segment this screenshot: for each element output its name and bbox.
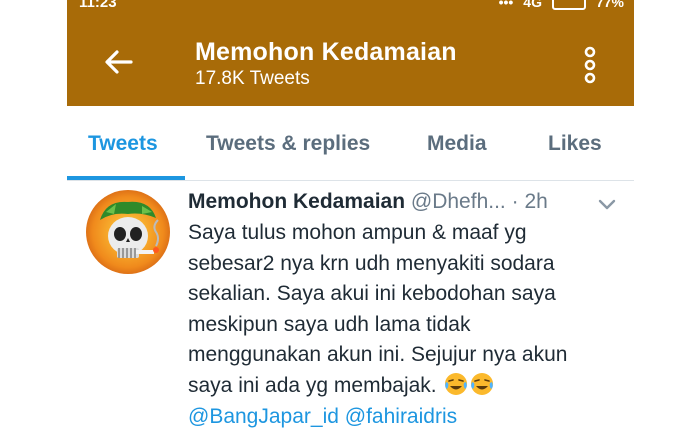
tabs-divider [67, 180, 634, 181]
tweet-line: meskipun saya udh lama tidak [188, 312, 471, 336]
tweet-separator: · [511, 190, 519, 213]
tab-tweets[interactable]: Tweets [88, 132, 158, 156]
status-dots-icon: ••• [498, 0, 514, 10]
tweet-author-name[interactable]: Memohon Kedamaian [188, 190, 405, 213]
tweet-header: Memohon Kedamaian @Dhefh... · 2h [188, 190, 548, 214]
status-battery: 77% [595, 0, 624, 10]
mention-link[interactable]: @fahiraidris [345, 405, 457, 428]
tweet-line: Saya tulus mohon ampun & maaf yg [188, 221, 527, 244]
status-network: 4G [523, 0, 542, 10]
tweet-author-handle[interactable]: @Dhefh... [411, 190, 506, 213]
avatar-image [86, 190, 170, 274]
chevron-down-icon[interactable] [597, 198, 617, 212]
tweet-line: sebesar2 nya krn udh menyakiti sodara [188, 251, 555, 275]
avatar[interactable] [86, 190, 170, 274]
tweet-line: menggunakan akun ini. Sejujur nya akun [188, 343, 568, 367]
tab-likes[interactable]: Likes [548, 132, 602, 156]
status-indicators: ••• 4G 77% [499, 0, 624, 10]
tweet-line: saya ini ada yg membajak. [188, 373, 437, 397]
back-arrow-icon[interactable] [101, 44, 137, 80]
profile-tabs: Tweets Tweets & replies Media Likes [67, 106, 634, 180]
tab-tweets-replies[interactable]: Tweets & replies [206, 132, 370, 156]
app-bar: Memohon Kedamaian 17.8K Tweets [67, 14, 634, 106]
right-margin [634, 0, 700, 430]
status-time: 11:23 [79, 0, 117, 11]
tab-media[interactable]: Media [427, 132, 487, 156]
more-options-icon[interactable] [579, 45, 601, 85]
status-bar: 11:23 ••• 4G 77% [67, 0, 634, 14]
tweet-line-with-emoji: saya ini ada yg membajak. [188, 371, 628, 402]
crying-laughing-emoji-icon [445, 372, 468, 395]
left-margin [0, 0, 67, 430]
tweet-line: sekalian. Saya akui ini kebodohan saya [188, 282, 556, 306]
tweet-text: Saya tulus mohon ampun & maaf yg sebesar… [188, 218, 628, 430]
profile-title: Memohon Kedamaian [195, 38, 457, 66]
battery-icon [551, 0, 586, 10]
crying-laughing-emoji-icon [471, 372, 494, 395]
tweet-timestamp: 2h [524, 190, 548, 213]
phone-screen: 11:23 ••• 4G 77% Memohon Kedamaian 17.8K… [67, 0, 634, 430]
tweet-count: 17.8K Tweets [195, 68, 310, 89]
tweet-mentions: @BangJapar_id @fahiraidris [188, 402, 628, 430]
mention-link[interactable]: @BangJapar_id [188, 405, 339, 428]
